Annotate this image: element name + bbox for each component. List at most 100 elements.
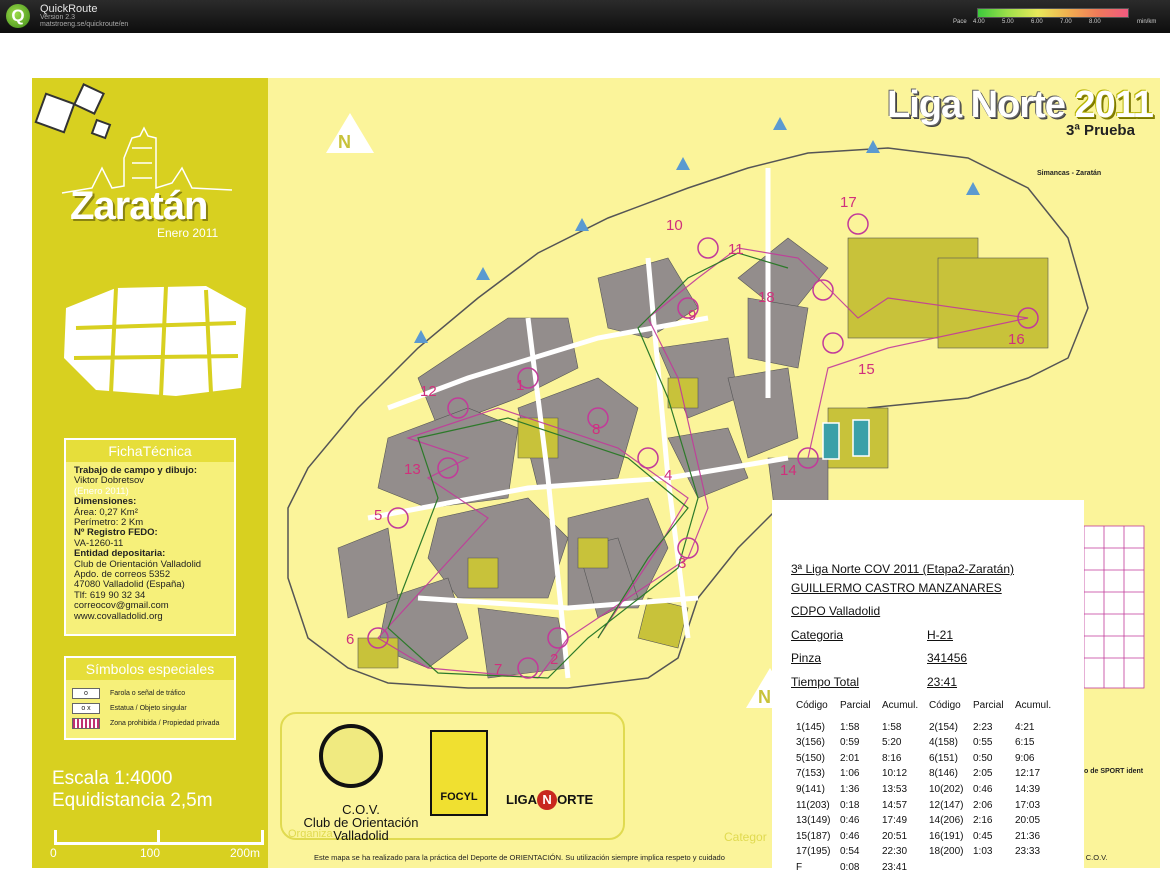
pace-tick: 8.00 xyxy=(1089,19,1101,25)
app-url[interactable]: matstroeng.se/quickroute/en xyxy=(40,21,128,28)
app-version: Version 2.3 xyxy=(40,14,76,21)
cell: 14:57 xyxy=(882,799,908,811)
cell: 9(141) xyxy=(796,783,825,795)
cell: 11(203) xyxy=(796,799,830,811)
cell: 0:50 xyxy=(973,752,993,764)
control-number: 15 xyxy=(858,361,875,378)
cell: 17:03 xyxy=(1015,799,1041,811)
symbol-label: Estatua / Objeto singular xyxy=(110,705,187,712)
cell: 1:06 xyxy=(840,768,860,780)
cell: 0:46 xyxy=(973,783,993,795)
categoria-value[interactable]: H-21 xyxy=(927,628,953,642)
control-number: 18 xyxy=(758,289,775,306)
control-number: 5 xyxy=(374,507,382,524)
cell: 0:54 xyxy=(840,846,860,858)
cell: 1:36 xyxy=(840,783,860,795)
control-number: 3 xyxy=(678,555,686,572)
column-header: Parcial xyxy=(840,700,871,711)
escala: Escala 1:4000 xyxy=(52,768,173,789)
pace-tick: 4.00 xyxy=(973,19,985,25)
app-titlebar: Q QuickRoute Version 2.3 matstroeng.se/q… xyxy=(0,0,1170,33)
symbol-row: o x Estatua / Objeto singular xyxy=(66,701,234,716)
scale-tick-label: 200m xyxy=(230,846,261,860)
control-number: 2 xyxy=(550,651,558,668)
club-name[interactable]: CDPO Valladolid xyxy=(791,604,880,618)
cell: 12:17 xyxy=(1015,768,1041,780)
cell: 20:51 xyxy=(882,830,908,842)
cell: 5:20 xyxy=(882,737,902,749)
cell: 2:16 xyxy=(973,815,993,827)
simbolos-title: Símbolos especiales xyxy=(66,658,234,680)
splits-table: Código Parcial Acumul. Código Parcial Acumul.… xyxy=(796,700,1076,878)
cell: 16(191) xyxy=(929,830,964,842)
map-sidebar: Zaratán Enero 2011 FichaTécnica Trabajo … xyxy=(32,78,268,868)
lugar-label: Simancas - Zaratán xyxy=(1037,170,1102,177)
cell: 12(147) xyxy=(929,799,964,811)
focyl-label: FOCYL xyxy=(440,791,478,803)
cell: 0:45 xyxy=(973,830,993,842)
column-header: Acumul. xyxy=(1015,700,1052,711)
cell: 21:36 xyxy=(1015,830,1041,842)
control-number: 6 xyxy=(346,631,354,648)
tiempo-label[interactable]: Tiempo Total xyxy=(791,675,859,689)
town-inset-map xyxy=(64,285,246,397)
map-footer-end: l C.O.V. xyxy=(1082,853,1108,862)
runner-name[interactable]: GUILLERMO CASTRO MANZANARES xyxy=(791,581,1002,595)
control-number: 4 xyxy=(664,467,672,484)
cov-logo-icon xyxy=(319,724,383,788)
scale-tick-label: 0 xyxy=(50,846,57,860)
tiempo-value[interactable]: 23:41 xyxy=(927,675,957,689)
cell: 0:08 xyxy=(840,861,860,873)
town-name: Zaratán xyxy=(70,184,208,228)
symbol-farola-icon: o xyxy=(72,688,100,699)
cell: 7(153) xyxy=(796,768,825,780)
table-row: 11(203) 0:18 14:57 12(147) 2:06 17:03 xyxy=(796,800,1076,816)
pinza-label[interactable]: Pinza xyxy=(791,651,821,665)
control-number: 14 xyxy=(780,462,797,479)
control-number: 9 xyxy=(688,307,696,324)
control-number: 1 xyxy=(516,377,524,394)
cell: 17:49 xyxy=(882,815,908,827)
cell: 8(146) xyxy=(929,768,958,780)
ficha-entidad-line: www.covalladolid.org xyxy=(74,610,163,622)
cell: 10(202) xyxy=(929,783,964,795)
cell: 2:01 xyxy=(840,752,860,764)
cell: 5(150) xyxy=(796,752,825,764)
table-row: 13(149) 0:46 17:49 14(206) 2:16 20:05 xyxy=(796,815,1076,831)
event-name[interactable]: 3ª Liga Norte COV 2011 (Etapa2-Zaratán) xyxy=(791,562,1014,576)
cell: 0:46 xyxy=(840,815,860,827)
table-row: 15(187) 0:46 20:51 16(191) 0:45 21:36 xyxy=(796,831,1076,847)
liga-title: Liga Norte 2011 xyxy=(887,84,1154,127)
control-number: 10 xyxy=(666,217,683,234)
pace-legend: Pace 4.00 5.00 6.00 7.00 8.00 min/km xyxy=(950,8,1165,30)
cell: 2:23 xyxy=(973,721,993,733)
control-number: 8 xyxy=(592,421,600,438)
pinza-value[interactable]: 341456 xyxy=(927,651,967,665)
categoria-footer-label: Categor xyxy=(724,830,767,844)
focyl-logo-icon xyxy=(430,730,488,816)
table-row: 1(145) 1:58 1:58 2(154) 2:23 4:21 xyxy=(796,722,1076,738)
pace-legend-title: Pace xyxy=(953,19,967,25)
equidistancia: Equidistancia 2,5m xyxy=(52,790,213,811)
map-date: Enero 2011 xyxy=(157,226,219,240)
symbol-row: o Farola o señal de tráfico xyxy=(66,686,234,701)
north-label: N xyxy=(338,132,351,152)
control-number: 12 xyxy=(420,383,437,400)
simbolos-panel: Símbolos especiales o Farola o señal de … xyxy=(64,656,236,740)
liga-year: 2011 xyxy=(1074,84,1153,126)
cell: 10:12 xyxy=(882,768,908,780)
categoria-label[interactable]: Categoria xyxy=(791,628,843,642)
cell: 13:53 xyxy=(882,783,908,795)
quickroute-logo-icon: Q xyxy=(6,4,30,28)
cell: 1:58 xyxy=(882,721,902,733)
pace-unit: min/km xyxy=(1137,19,1157,25)
control-number: 7 xyxy=(494,661,502,678)
cell: 6:15 xyxy=(1015,737,1035,749)
table-row: 7(153) 1:06 10:12 8(146) 2:05 12:17 xyxy=(796,768,1076,784)
prueba-label: 3ª Prueba xyxy=(1066,122,1135,139)
liga-name: Liga Norte xyxy=(887,84,1066,126)
cell: 0:46 xyxy=(840,830,860,842)
cell: 0:55 xyxy=(973,737,993,749)
cell: 1(145) xyxy=(796,721,825,733)
cell: 14(206) xyxy=(929,815,964,827)
